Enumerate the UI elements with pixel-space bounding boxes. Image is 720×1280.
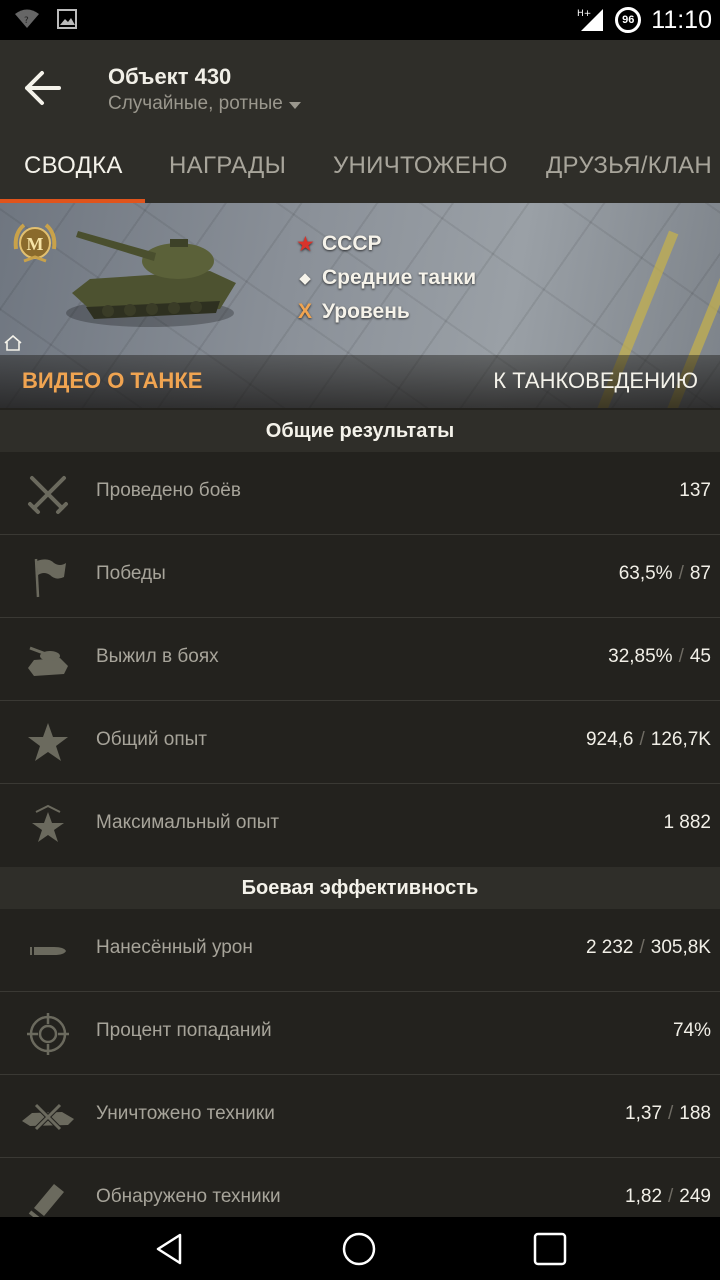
tab-destroyed[interactable]: УНИЧТОЖЕНО bbox=[333, 152, 508, 180]
class-row: ◆ Средние танки bbox=[296, 261, 476, 295]
stat-row-destroyed: Уничтожено техники 1,37/188 bbox=[0, 1075, 720, 1158]
stat-value: 74% bbox=[672, 1020, 711, 1041]
tier-row: X Уровень bbox=[296, 295, 476, 329]
back-button[interactable] bbox=[20, 66, 64, 110]
nav-back-icon[interactable] bbox=[152, 1231, 188, 1267]
tab-friends-clan[interactable]: ДРУЗЬЯ/КЛАН bbox=[546, 152, 712, 180]
home-icon bbox=[4, 335, 22, 351]
page-title: Объект 430 bbox=[108, 64, 232, 89]
stat-label: Выжил в боях bbox=[96, 646, 219, 667]
nation-row: ★ СССР bbox=[296, 227, 476, 261]
system-nav-bar bbox=[0, 1217, 720, 1280]
nav-home-icon[interactable] bbox=[341, 1231, 377, 1267]
svg-text:H+: H+ bbox=[577, 9, 591, 19]
tab-awards[interactable]: НАГРАДЫ bbox=[169, 152, 286, 180]
tier-label: Уровень bbox=[322, 300, 410, 323]
stat-label: Общий опыт bbox=[96, 729, 208, 750]
tab-summary[interactable]: СВОДКА bbox=[24, 152, 123, 180]
svg-text:?: ? bbox=[24, 16, 29, 26]
stat-row-total-xp: Общий опыт 924,6/126,7K bbox=[0, 701, 720, 784]
tank-video-link[interactable]: ВИДЕО О ТАНКЕ bbox=[22, 368, 202, 394]
stat-row-max-xp: Максимальный опыт 1 882 bbox=[0, 784, 720, 867]
stat-label: Уничтожено техники bbox=[96, 1103, 275, 1124]
shell-icon bbox=[30, 947, 66, 955]
app-bar: Объект 430 Случайные, ротные СВОДКА НАГР… bbox=[0, 40, 720, 203]
tab-bar: СВОДКА НАГРАДЫ УНИЧТОЖЕНО ДРУЗЬЯ/КЛАН bbox=[0, 140, 720, 203]
stat-row-hit-ratio: Процент попаданий 74% bbox=[0, 992, 720, 1075]
star-crown-icon bbox=[32, 804, 64, 842]
tank-image bbox=[66, 231, 236, 327]
stat-value: 1,37/188 bbox=[625, 1103, 711, 1124]
stat-value: 63,5%/87 bbox=[618, 563, 711, 584]
banner-actions: ВИДЕО О ТАНКЕ К ТАНКОВЕДЕНИЮ bbox=[0, 355, 720, 408]
battle-type-label: Случайные, ротные bbox=[108, 93, 283, 114]
crosshair-icon bbox=[27, 1013, 69, 1055]
tank-banner: М ★ СССР ◆ Средние танки X Уровень ВИДЕО… bbox=[0, 203, 720, 408]
stat-label: Максимальный опыт bbox=[96, 812, 280, 833]
class-label: Средние танки bbox=[322, 266, 477, 289]
stat-row-survived: Выжил в боях 32,85%/45 bbox=[0, 618, 720, 701]
section-header-combat: Боевая эффективность bbox=[0, 867, 720, 909]
star-icon bbox=[28, 723, 68, 761]
medium-tank-class-icon: ◆ bbox=[299, 270, 311, 287]
clock: 11:10 bbox=[651, 5, 712, 34]
stat-value: 32,85%/45 bbox=[608, 646, 711, 667]
stat-value: 1 882 bbox=[663, 812, 711, 833]
stat-label: Проведено боёв bbox=[96, 480, 241, 501]
tank-info: ★ СССР ◆ Средние танки X Уровень bbox=[296, 227, 476, 329]
wifi-icon: ? bbox=[15, 9, 39, 28]
nav-recents-icon[interactable] bbox=[532, 1231, 568, 1267]
stat-value: 924,6/126,7K bbox=[585, 729, 711, 750]
caret-down-icon bbox=[288, 101, 301, 109]
flag-icon bbox=[34, 558, 66, 598]
stat-value: 137 bbox=[679, 480, 711, 501]
ussr-star-icon: ★ bbox=[296, 232, 315, 256]
stat-value: 2 232/305,8K bbox=[585, 937, 711, 958]
nation-label: СССР bbox=[322, 232, 382, 255]
stat-label: Победы bbox=[96, 563, 166, 584]
signal-icon: H+ bbox=[577, 9, 604, 31]
mastery-badge-icon: М bbox=[13, 223, 57, 263]
stat-label: Нанесённый урон bbox=[96, 937, 253, 958]
section-header-overall: Общие результаты bbox=[0, 410, 720, 452]
gallery-notification-icon bbox=[57, 9, 77, 29]
arrow-left-icon bbox=[25, 71, 61, 105]
destroyed-tank-icon bbox=[22, 1103, 74, 1131]
crossed-swords-icon bbox=[28, 476, 68, 514]
stat-row-damage: Нанесённый урон 2 232/305,8K bbox=[0, 909, 720, 992]
battle-type-dropdown[interactable]: Случайные, ротные bbox=[108, 93, 301, 115]
svg-text:М: М bbox=[27, 234, 44, 254]
stat-row-wins: Победы 63,5%/87 bbox=[0, 535, 720, 618]
tankopedia-link[interactable]: К ТАНКОВЕДЕНИЮ bbox=[493, 368, 698, 394]
stat-label: Обнаружено техники bbox=[96, 1186, 281, 1207]
stat-value: 1,82/249 bbox=[625, 1186, 711, 1207]
tier-numeral: X bbox=[297, 300, 312, 323]
stat-row-battles: Проведено боёв 137 bbox=[0, 452, 720, 535]
tank-icon bbox=[28, 646, 68, 676]
binoculars-icon bbox=[28, 1184, 64, 1222]
status-bar: ? H+ 96 11:10 bbox=[0, 0, 720, 40]
stat-label: Процент попаданий bbox=[96, 1020, 272, 1041]
battery-indicator: 96 bbox=[615, 7, 642, 33]
